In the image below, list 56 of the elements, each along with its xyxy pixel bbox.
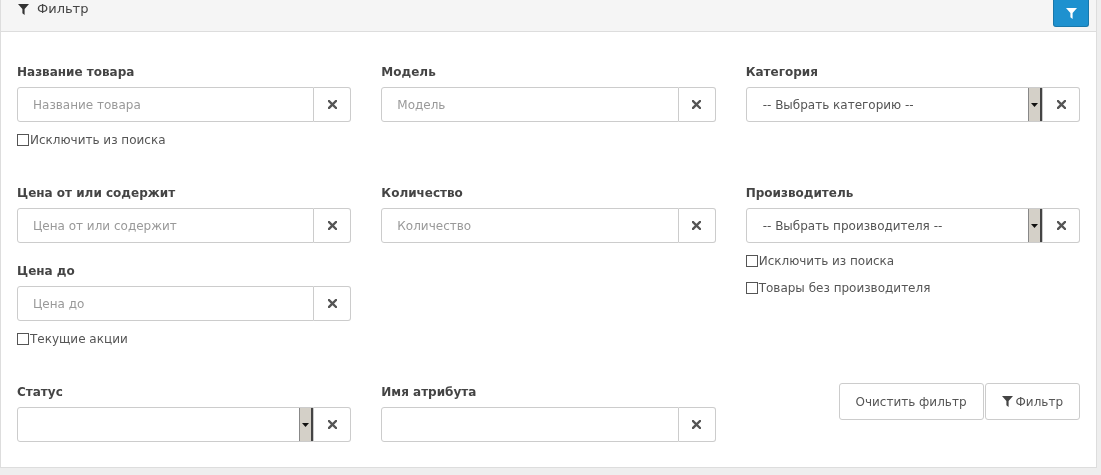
caret-icon bbox=[302, 422, 310, 427]
checkbox-label: Исключить из поиска bbox=[30, 132, 166, 149]
text-field[interactable]: Цена до bbox=[17, 286, 315, 321]
field-label: Статус bbox=[17, 384, 64, 401]
checkbox-label: Исключить из поиска bbox=[758, 253, 895, 270]
caret-icon bbox=[1031, 223, 1038, 228]
field-label: Количество bbox=[381, 185, 464, 202]
dropdown[interactable]: -- Выбрать категорию -- bbox=[745, 87, 1043, 122]
close-icon bbox=[327, 221, 337, 230]
filter-button[interactable]: Фильтр bbox=[984, 383, 1080, 420]
caret-icon bbox=[1031, 102, 1038, 107]
checkbox-label: Товары без производителя bbox=[758, 280, 931, 297]
field-label: Имя атрибута bbox=[381, 384, 478, 401]
checkbox[interactable] bbox=[17, 134, 29, 146]
clear-button[interactable] bbox=[1043, 87, 1080, 122]
panel-title: Фильтр bbox=[37, 0, 89, 18]
clear-button[interactable] bbox=[314, 87, 352, 122]
field-label: Цена до bbox=[17, 263, 76, 280]
close-icon bbox=[327, 420, 337, 429]
close-icon bbox=[327, 100, 337, 109]
dropdown-arrow-button[interactable] bbox=[1028, 88, 1042, 121]
field-label: Модель bbox=[381, 64, 437, 81]
clear-button[interactable] bbox=[314, 407, 352, 442]
checkbox[interactable] bbox=[745, 282, 758, 294]
dropdown[interactable]: -- Выбрать производителя -- bbox=[745, 208, 1043, 243]
text-field[interactable]: Модель bbox=[381, 87, 679, 122]
close-icon bbox=[692, 221, 702, 230]
close-icon bbox=[1056, 100, 1066, 109]
filter-icon bbox=[18, 3, 29, 15]
text-field[interactable] bbox=[381, 407, 679, 442]
filter-icon bbox=[1001, 396, 1013, 407]
clear-button[interactable] bbox=[678, 407, 716, 442]
checkbox-label: Текущие акции bbox=[30, 331, 128, 348]
clear-button[interactable] bbox=[314, 208, 352, 243]
close-icon bbox=[692, 420, 702, 429]
filter-icon bbox=[1065, 7, 1077, 19]
clear-button[interactable] bbox=[1043, 208, 1080, 243]
close-icon bbox=[1056, 221, 1066, 230]
dropdown-arrow-button[interactable] bbox=[1028, 209, 1042, 242]
checkbox[interactable] bbox=[745, 255, 758, 267]
clear-button[interactable] bbox=[678, 208, 716, 243]
checkbox[interactable] bbox=[17, 333, 29, 345]
clear-button[interactable] bbox=[314, 286, 352, 321]
text-field[interactable]: Цена от или содержит bbox=[17, 208, 315, 243]
close-icon bbox=[692, 100, 702, 109]
field-label: Название товара bbox=[17, 64, 136, 81]
field-label: Категория bbox=[745, 64, 819, 81]
field-label: Цена от или содержит bbox=[17, 185, 177, 202]
text-field[interactable]: Количество bbox=[381, 208, 679, 243]
filter-toggle-button[interactable] bbox=[1053, 0, 1089, 27]
text-field[interactable]: Название товара bbox=[17, 87, 315, 122]
close-icon bbox=[327, 299, 337, 308]
clear-button[interactable] bbox=[678, 87, 716, 122]
clear-filter-button[interactable]: Очистить фильтр bbox=[838, 383, 984, 420]
field-label: Производитель bbox=[745, 185, 855, 202]
dropdown-arrow-button[interactable] bbox=[299, 408, 314, 441]
